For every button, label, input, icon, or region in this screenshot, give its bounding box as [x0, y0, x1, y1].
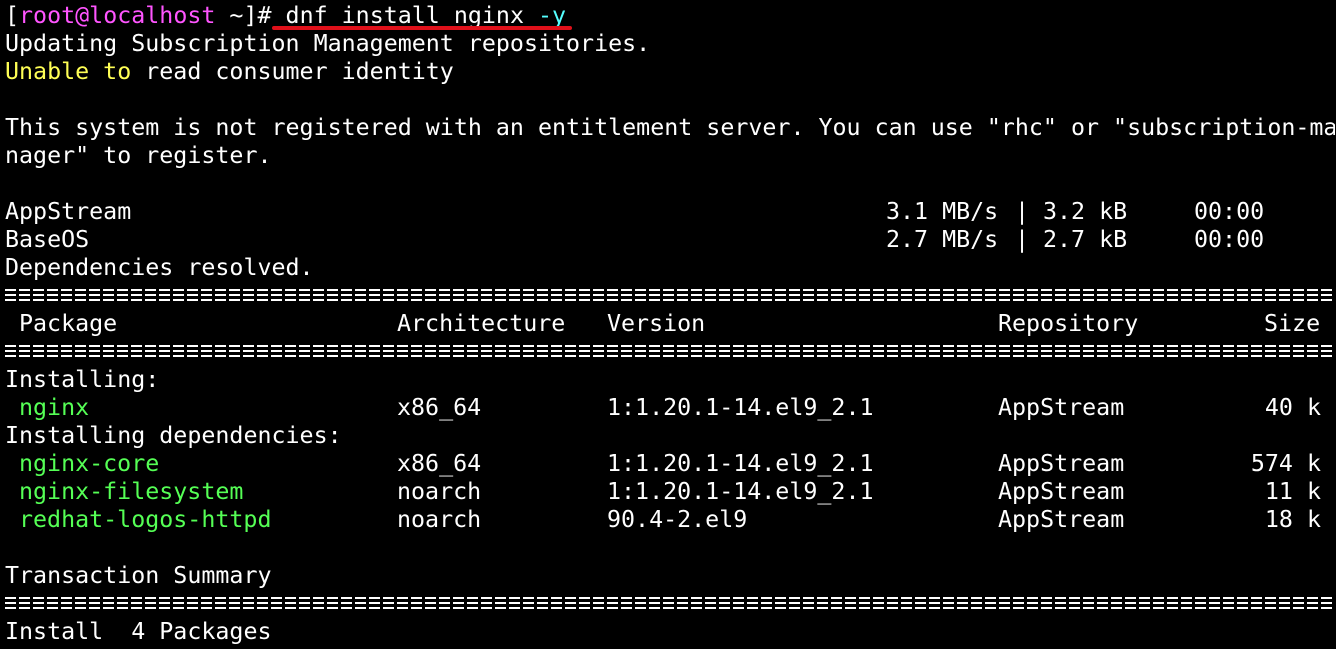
registration-message-2: nager" to register. — [5, 142, 272, 169]
repo-separator: | — [1015, 226, 1030, 253]
package-repo: AppStream — [998, 394, 1125, 421]
repo-time: 00:00 — [1194, 226, 1265, 253]
transaction-summary-title: Transaction Summary — [5, 562, 272, 589]
package-size: 11 k — [1264, 478, 1321, 505]
package-version: 90.4-2.el9 — [607, 506, 748, 533]
package-size: 40 k — [1264, 394, 1321, 421]
package-version: 1:1.20.1-14.el9_2.1 — [607, 450, 874, 477]
identity-warning: Unable to read consumer identity — [5, 58, 1335, 86]
table-row: nginx x86_64 1:1.20.1-14.el9_2.1 AppStre… — [5, 394, 1335, 422]
repo-speed: 2.7 MB/s — [886, 226, 999, 253]
package-repo: AppStream — [998, 450, 1125, 477]
repo-size: 2.7 kB — [1043, 226, 1128, 253]
package-arch: x86_64 — [397, 394, 482, 421]
section-installing: Installing: — [5, 366, 160, 393]
prompt-bracket: [ — [5, 2, 20, 29]
repo-row-baseos: BaseOS 2.7 MB/s | 2.7 kB 00:00 — [5, 226, 1335, 254]
summary-rule — [5, 590, 1335, 618]
header-version: Version — [607, 310, 706, 337]
package-name: nginx — [19, 394, 90, 421]
repo-separator: | — [1015, 198, 1030, 225]
command-prompt-line: [root@localhost ~]# dnf install nginx -y — [5, 2, 1335, 30]
package-arch: x86_64 — [397, 450, 482, 477]
package-repo: AppStream — [998, 478, 1125, 505]
table-header: Package Architecture Version Repository … — [5, 310, 1335, 338]
package-version: 1:1.20.1-14.el9_2.1 — [607, 478, 874, 505]
prompt-at: @ — [75, 2, 90, 29]
package-version: 1:1.20.1-14.el9_2.1 — [607, 394, 874, 421]
prompt-user: root — [19, 2, 76, 29]
package-name: redhat-logos-httpd — [19, 506, 272, 533]
command-text: dnf install nginx — [285, 2, 539, 29]
header-package: Package — [19, 310, 118, 337]
table-header-rule — [5, 338, 1335, 366]
prompt-cwd: ~]# — [215, 2, 286, 29]
warning-word-unable: Unable — [5, 58, 90, 85]
command-flag: -y — [538, 2, 567, 29]
table-row: nginx-core x86_64 1:1.20.1-14.el9_2.1 Ap… — [5, 450, 1335, 478]
updating-message: Updating Subscription Management reposit… — [5, 30, 651, 57]
header-size: Size — [1264, 310, 1321, 337]
table-top-rule — [5, 282, 1335, 310]
install-count-line: Install 4 Packages — [5, 618, 272, 645]
table-row: redhat-logos-httpd noarch 90.4-2.el9 App… — [5, 506, 1335, 534]
package-name: nginx-core — [19, 450, 160, 477]
repo-time: 00:00 — [1194, 198, 1265, 225]
repo-size: 3.2 kB — [1043, 198, 1128, 225]
package-size: 18 k — [1264, 506, 1321, 533]
repo-name: AppStream — [5, 198, 132, 225]
header-architecture: Architecture — [397, 310, 566, 337]
warning-rest: read consumer identity — [131, 58, 454, 85]
section-dependencies: Installing dependencies: — [5, 422, 342, 449]
package-arch: noarch — [397, 478, 482, 505]
repo-row-appstream: AppStream 3.1 MB/s | 3.2 kB 00:00 — [5, 198, 1335, 226]
header-repository: Repository — [998, 310, 1139, 337]
dependencies-resolved: Dependencies resolved. — [5, 254, 314, 281]
repo-speed: 3.1 MB/s — [886, 198, 999, 225]
table-row: nginx-filesystem noarch 1:1.20.1-14.el9_… — [5, 478, 1335, 506]
red-underline-annotation — [272, 26, 572, 30]
warning-word-to: to — [89, 58, 132, 85]
terminal-output[interactable]: [root@localhost ~]# dnf install nginx -y… — [5, 2, 1335, 646]
repo-name: BaseOS — [5, 226, 90, 253]
package-repo: AppStream — [998, 506, 1125, 533]
package-size: 574 k — [1250, 450, 1321, 477]
prompt-host: localhost — [89, 2, 216, 29]
package-name: nginx-filesystem — [19, 478, 244, 505]
package-arch: noarch — [397, 506, 482, 533]
registration-message-1: This system is not registered with an en… — [5, 114, 1335, 141]
